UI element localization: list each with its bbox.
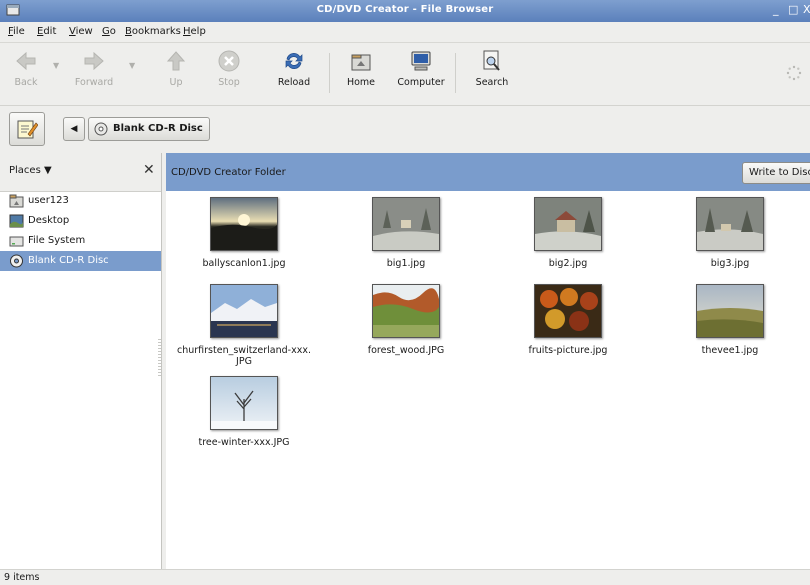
file-name: big2.jpg: [548, 258, 588, 269]
image-thumbnail: [210, 197, 278, 251]
image-thumbnail: [696, 197, 764, 251]
banner-title: CD/DVD Creator Folder: [171, 167, 286, 178]
close-window-button[interactable]: X: [803, 3, 810, 16]
search-button[interactable]: Search: [466, 49, 518, 88]
cd-creator-banner: CD/DVD Creator Folder Write to Disc: [166, 153, 810, 191]
item-count: 9 items: [4, 572, 40, 583]
menu-bookmarks[interactable]: Bookmarks: [125, 26, 181, 37]
up-arrow-icon: [166, 51, 186, 71]
forward-arrow-icon: [84, 51, 104, 71]
forward-history-dropdown-icon[interactable]: ▼: [129, 61, 135, 70]
cd-icon: [10, 254, 23, 268]
file-item[interactable]: forest_wood.JPG: [331, 284, 481, 356]
write-to-disc-button[interactable]: Write to Disc: [742, 162, 810, 184]
toggle-location-entry-button[interactable]: [9, 112, 45, 146]
home-folder-icon: [9, 194, 24, 208]
title-bar: CD/DVD Creator - File Browser _ □ X: [0, 0, 810, 22]
file-item[interactable]: tree-winter-xxx.JPG: [169, 376, 319, 448]
sidebar-resize-handle[interactable]: [158, 339, 161, 377]
menu-file[interactable]: File: [8, 26, 25, 37]
back-button[interactable]: Back: [0, 49, 52, 88]
menu-bar: File Edit View Go Bookmarks Help: [0, 22, 810, 43]
file-name: forest_wood.JPG: [367, 345, 445, 356]
sidebar-item-blank-cd-r-disc[interactable]: Blank CD-R Disc: [0, 251, 161, 271]
file-item[interactable]: big3.jpg: [655, 197, 805, 269]
back-arrow-icon: [16, 51, 36, 71]
file-item[interactable]: churfirsten_switzerland-xxx. JPG: [169, 284, 319, 367]
file-name: thevee1.jpg: [701, 345, 759, 356]
file-item[interactable]: big1.jpg: [331, 197, 481, 269]
image-thumbnail: [210, 284, 278, 338]
file-name: fruits-picture.jpg: [528, 345, 608, 356]
file-name: big1.jpg: [386, 258, 426, 269]
toolbar: Back ▼ Forward ▼ Up Stop Reload Home Com…: [0, 43, 810, 106]
status-bar: 9 items: [0, 569, 810, 585]
file-item[interactable]: fruits-picture.jpg: [493, 284, 643, 356]
sidebar-places-dropdown[interactable]: Places ▼: [9, 165, 52, 176]
home-folder-icon: [351, 54, 371, 71]
file-name: ballyscanlon1.jpg: [202, 258, 286, 269]
toolbar-separator: [455, 53, 456, 93]
reload-icon: [285, 53, 303, 69]
image-thumbnail: [372, 197, 440, 251]
stop-button[interactable]: Stop: [203, 49, 255, 88]
sidebar-item-label: Desktop: [28, 215, 70, 226]
file-name: tree-winter-xxx.JPG: [198, 437, 290, 448]
cd-icon: [94, 122, 108, 136]
activity-spinner-icon: [786, 65, 802, 81]
close-sidebar-icon[interactable]: ✕: [143, 162, 155, 178]
home-button[interactable]: Home: [335, 49, 387, 88]
file-item[interactable]: ballyscanlon1.jpg: [169, 197, 319, 269]
minimize-button[interactable]: _: [773, 3, 779, 16]
reload-button[interactable]: Reload: [268, 49, 320, 88]
edit-note-icon: [17, 120, 38, 139]
path-crumb-label: Blank CD-R Disc: [113, 123, 203, 134]
sidebar-item-label: File System: [28, 235, 86, 246]
sidebar-item-user123[interactable]: user123: [0, 191, 161, 211]
menu-edit[interactable]: Edit: [37, 26, 56, 37]
path-crumb-blank-cd[interactable]: Blank CD-R Disc: [88, 117, 210, 141]
file-name: big3.jpg: [710, 258, 750, 269]
file-view: CD/DVD Creator Folder Write to Disc ball…: [166, 153, 810, 569]
desktop-icon: [9, 214, 24, 228]
computer-button[interactable]: Computer: [395, 49, 447, 88]
menu-help[interactable]: Help: [183, 26, 206, 37]
sidebar-item-label: Blank CD-R Disc: [28, 255, 109, 266]
sidebar-item-desktop[interactable]: Desktop: [0, 211, 161, 231]
stop-icon: [218, 50, 240, 72]
places-sidebar: Places ▼ ✕ user123 Desktop File System B…: [0, 153, 162, 569]
sidebar-item-label: user123: [28, 195, 69, 206]
maximize-button[interactable]: □: [788, 3, 798, 16]
window-title: CD/DVD Creator - File Browser: [316, 4, 494, 15]
image-thumbnail: [372, 284, 440, 338]
back-history-dropdown-icon[interactable]: ▼: [53, 61, 59, 70]
image-thumbnail: [696, 284, 764, 338]
forward-button[interactable]: Forward: [68, 49, 120, 88]
sidebar-item-file-system[interactable]: File System: [0, 231, 161, 251]
file-name: churfirsten_switzerland-xxx. JPG: [177, 345, 311, 367]
image-thumbnail: [534, 197, 602, 251]
file-item[interactable]: big2.jpg: [493, 197, 643, 269]
up-button[interactable]: Up: [150, 49, 202, 88]
location-bar: ◀ Blank CD-R Disc: [0, 106, 810, 152]
search-icon: [483, 50, 500, 71]
menu-go[interactable]: Go: [102, 26, 116, 37]
path-scroll-left-button[interactable]: ◀: [63, 117, 85, 141]
image-thumbnail: [534, 284, 602, 338]
computer-icon: [411, 51, 431, 71]
drive-icon: [9, 236, 24, 247]
menu-view[interactable]: View: [69, 26, 93, 37]
image-thumbnail: [210, 376, 278, 430]
file-item[interactable]: thevee1.jpg: [655, 284, 805, 356]
toolbar-separator: [329, 53, 330, 93]
sidebar-header: Places ▼ ✕: [0, 153, 161, 192]
